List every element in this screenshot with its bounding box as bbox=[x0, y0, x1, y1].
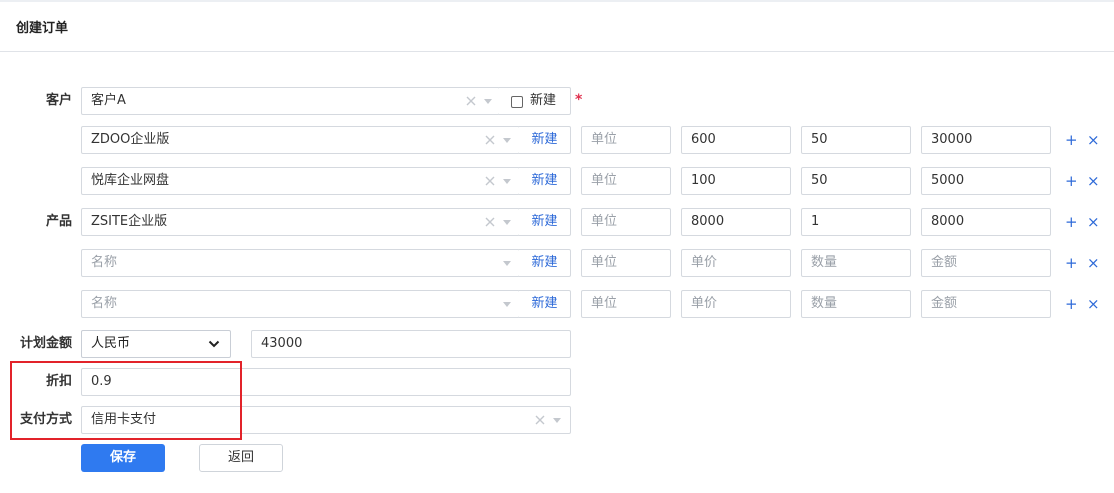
product-select[interactable]: 悦库企业网盘 bbox=[81, 167, 520, 195]
clear-icon[interactable] bbox=[533, 413, 547, 427]
chevron-down-icon bbox=[503, 138, 511, 143]
chevron-down-icon bbox=[503, 261, 511, 266]
clear-icon[interactable] bbox=[483, 174, 497, 188]
product-select[interactable]: 名称 bbox=[81, 290, 520, 318]
clear-icon[interactable] bbox=[483, 133, 497, 147]
quantity-input[interactable]: 数量 bbox=[801, 249, 911, 277]
quantity-input[interactable]: 1 bbox=[801, 208, 911, 236]
product-new-button[interactable]: 新建 bbox=[519, 167, 571, 195]
add-row-icon[interactable]: + bbox=[1065, 173, 1078, 189]
page-title: 创建订单 bbox=[16, 21, 69, 36]
title-divider bbox=[0, 51, 1114, 52]
price-input[interactable]: 单价 bbox=[681, 249, 791, 277]
remove-row-icon[interactable]: × bbox=[1087, 296, 1100, 312]
chevron-down-icon bbox=[503, 302, 511, 307]
product-select[interactable]: 名称 bbox=[81, 249, 520, 277]
customer-value: 客户A bbox=[91, 93, 126, 108]
customer-new-toggle[interactable]: 新建 bbox=[499, 87, 571, 115]
customer-select[interactable]: 客户A bbox=[81, 87, 500, 115]
add-row-icon[interactable]: + bbox=[1065, 296, 1078, 312]
currency-value: 人民币 bbox=[91, 336, 131, 351]
chevron-down-icon bbox=[208, 340, 220, 348]
chevron-down-icon bbox=[484, 99, 492, 104]
back-button[interactable]: 返回 bbox=[199, 444, 283, 472]
save-button[interactable]: 保存 bbox=[81, 444, 165, 472]
chevron-down-icon bbox=[503, 179, 511, 184]
product-select[interactable]: ZSITE企业版 bbox=[81, 208, 520, 236]
remove-row-icon[interactable]: × bbox=[1087, 132, 1100, 148]
amount-input[interactable]: 5000 bbox=[921, 167, 1051, 195]
required-mark: * bbox=[575, 92, 583, 108]
chevron-down-icon bbox=[553, 418, 561, 423]
unit-input[interactable]: 单位 bbox=[581, 290, 671, 318]
price-input[interactable]: 100 bbox=[681, 167, 791, 195]
product-label: 产品 bbox=[45, 214, 72, 229]
quantity-input[interactable]: 数量 bbox=[801, 290, 911, 318]
clear-icon[interactable] bbox=[483, 215, 497, 229]
amount-input[interactable]: 8000 bbox=[921, 208, 1051, 236]
price-input[interactable]: 单价 bbox=[681, 290, 791, 318]
unit-input[interactable]: 单位 bbox=[581, 126, 671, 154]
product-new-button[interactable]: 新建 bbox=[519, 208, 571, 236]
product-name: ZSITE企业版 bbox=[91, 214, 168, 229]
new-checkbox[interactable] bbox=[511, 96, 523, 108]
amount-input[interactable]: 金额 bbox=[921, 290, 1051, 318]
chevron-down-icon bbox=[503, 220, 511, 225]
product-select[interactable]: ZDOO企业版 bbox=[81, 126, 520, 154]
add-row-icon[interactable]: + bbox=[1065, 214, 1078, 230]
clear-icon[interactable] bbox=[464, 94, 478, 108]
plan-amount-input[interactable]: 43000 bbox=[251, 330, 571, 358]
amount-input[interactable]: 30000 bbox=[921, 126, 1051, 154]
unit-input[interactable]: 单位 bbox=[581, 249, 671, 277]
product-name-placeholder: 名称 bbox=[91, 255, 118, 270]
product-new-button[interactable]: 新建 bbox=[519, 249, 571, 277]
add-row-icon[interactable]: + bbox=[1065, 132, 1078, 148]
unit-input[interactable]: 单位 bbox=[581, 167, 671, 195]
annotation-highlight-box bbox=[10, 361, 242, 440]
unit-input[interactable]: 单位 bbox=[581, 208, 671, 236]
product-new-button[interactable]: 新建 bbox=[519, 290, 571, 318]
product-new-button[interactable]: 新建 bbox=[519, 126, 571, 154]
remove-row-icon[interactable]: × bbox=[1087, 214, 1100, 230]
amount-input[interactable]: 金额 bbox=[921, 249, 1051, 277]
customer-new-label: 新建 bbox=[530, 93, 557, 108]
product-name: 悦库企业网盘 bbox=[91, 173, 170, 188]
currency-select[interactable]: 人民币 bbox=[81, 330, 231, 358]
remove-row-icon[interactable]: × bbox=[1087, 173, 1100, 189]
product-name-placeholder: 名称 bbox=[91, 296, 118, 311]
add-row-icon[interactable]: + bbox=[1065, 255, 1078, 271]
product-name: ZDOO企业版 bbox=[91, 132, 170, 147]
price-input[interactable]: 600 bbox=[681, 126, 791, 154]
price-input[interactable]: 8000 bbox=[681, 208, 791, 236]
plan-amount-label: 计划金额 bbox=[19, 336, 72, 351]
quantity-input[interactable]: 50 bbox=[801, 167, 911, 195]
top-border bbox=[0, 0, 1114, 2]
quantity-input[interactable]: 50 bbox=[801, 126, 911, 154]
customer-label: 客户 bbox=[45, 93, 72, 108]
remove-row-icon[interactable]: × bbox=[1087, 255, 1100, 271]
